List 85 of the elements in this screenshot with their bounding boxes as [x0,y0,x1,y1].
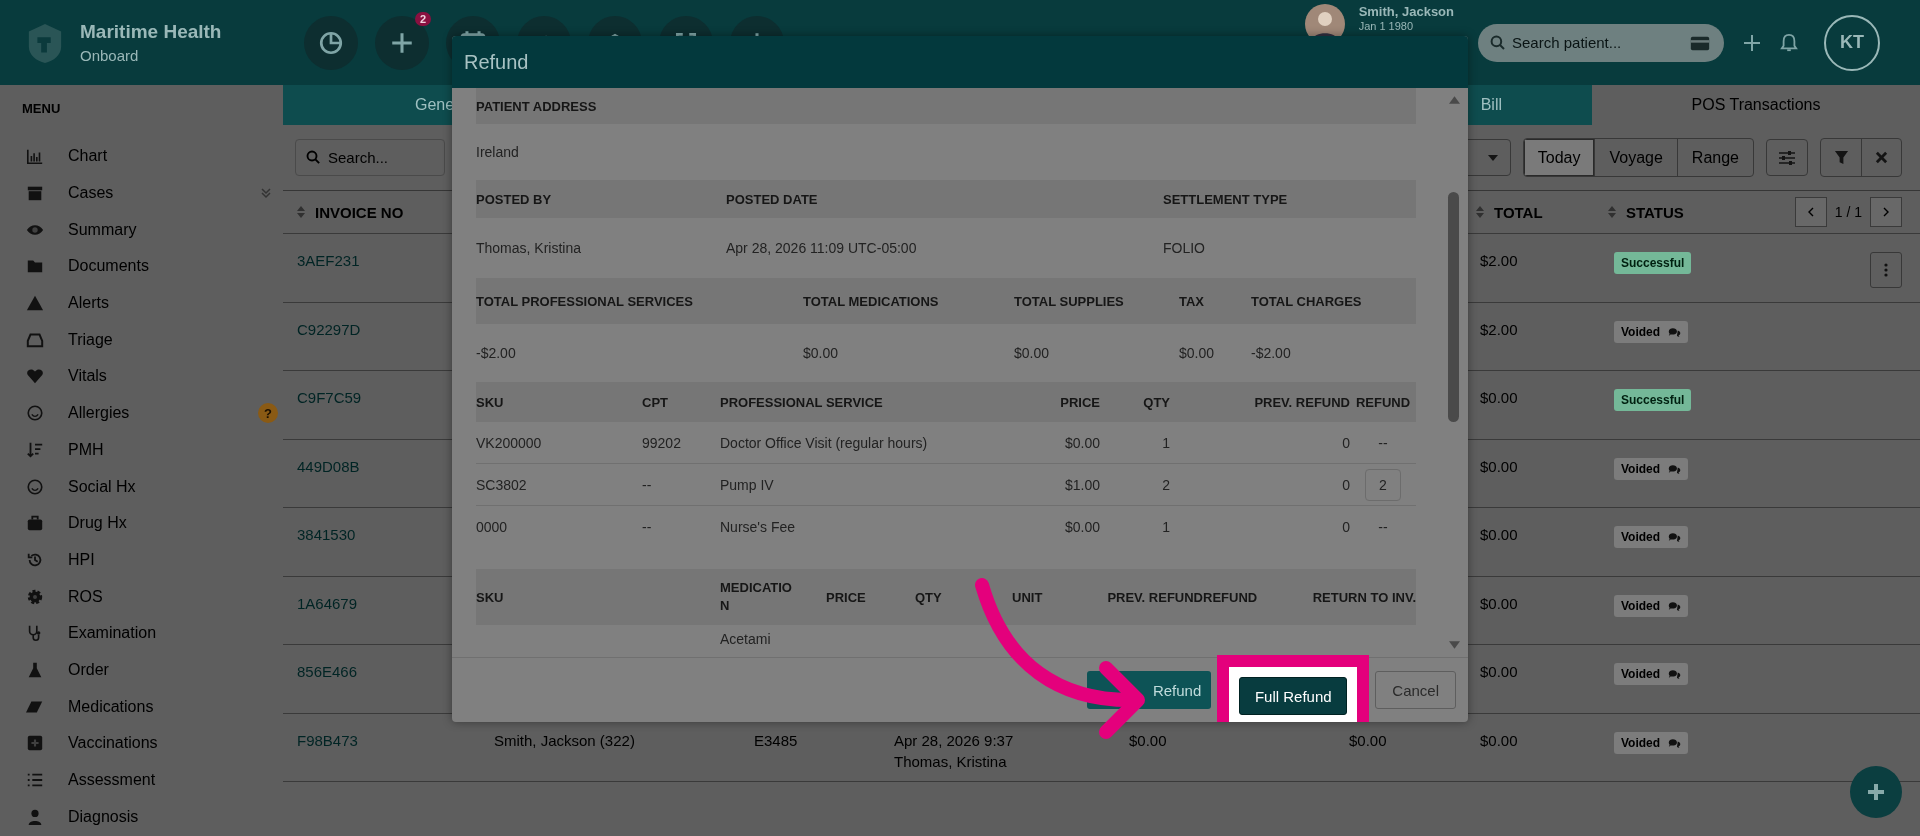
status-badge: Voided [1614,320,1689,343]
column-header: SKU [476,589,505,605]
status-badge: Voided [1614,731,1689,754]
table-cell: Apr 28, 2026 11:09 UTC-05:00 [726,240,917,256]
table-cell: -- [1378,518,1388,535]
column-header: TAX [1179,293,1206,309]
column-header: TOTAL SUPPLIES [1014,293,1125,309]
table-cell: $0.00 [1480,389,1518,406]
column-header: POSTED BY [476,191,553,207]
status-badge: Successful [1614,389,1692,411]
column-header: PRICE [1059,394,1100,410]
brand-subtitle: Onboard [80,47,140,64]
column-header: RETURN TO INV. [1311,589,1416,605]
column-header: QTY [1142,394,1171,410]
table-cell: Smith, Jackson (322) [494,731,635,749]
table-cell: $0.00 [1179,345,1215,361]
column-header: QTY [915,589,943,605]
page-indicator: 1 / 1 [1833,204,1863,220]
notification-badge: 2 [414,11,431,26]
table-cell: VK200000 [476,434,542,451]
table-cell: $0.00 [1480,731,1518,749]
patient-dob: Jan 1 1980 [1358,20,1415,32]
status-badge: Voided [1614,526,1689,548]
table-cell: $0.00 [1480,457,1518,475]
table-cell: $0.00 [1349,731,1387,749]
table-cell: 0 [1342,476,1350,493]
column-header: REFUND [1203,589,1259,605]
column-header: PREV. REFUND [1253,394,1350,410]
brand-name: Maritime Health [80,21,222,43]
table-cell: -- [1378,434,1388,451]
table-cell: $0.00 [1480,594,1518,612]
table-cell: $0.00 [1480,526,1518,543]
table-cell: $2.00 [1480,252,1518,269]
table-cell: FOLIO [1163,240,1205,256]
table-cell: 1 [1162,434,1170,451]
dialog-title: Refund [452,36,1468,88]
status-badge: Successful [1614,252,1692,274]
table-cell: $0.00 [1480,663,1518,680]
table-cell: Pump IV [720,476,774,493]
table-cell: Nurse's Fee [720,518,796,535]
column-header: MEDICATION [720,578,793,615]
table-cell: 0 [1342,518,1350,535]
table-cell: -$2.00 [476,345,516,361]
status-badge: Voided [1614,457,1689,480]
table-cell: 2 [1162,476,1170,493]
column-header: POSTED DATE [726,191,819,207]
table-cell: $0.00 [1064,518,1100,535]
patient-name: Smith, Jackson [1358,4,1454,19]
table-cell: 99202 [642,434,681,451]
table-cell: $0.00 [1064,434,1100,451]
column-header: TOTAL MEDICATIONS [803,293,940,309]
column-header: TOTAL PROFESSIONAL SERVICES [476,293,694,309]
column-header: PROFESSIONAL SERVICE [720,394,884,410]
table-cell: 1 [1162,518,1170,535]
column-header: PATIENT ADDRESS [476,98,598,114]
column-header: PRICE [826,589,867,605]
table-cell: $0.00 [1129,731,1167,749]
column-header: CPT [642,394,669,410]
table-cell-text: Thomas, Kristina [894,752,1008,770]
column-header: PREV. REFUND [1106,589,1203,605]
table-cell: 0000 [476,518,508,535]
table-cell: $2.00 [1480,320,1518,338]
status-badge: Voided [1614,594,1689,617]
table-cell: 0 [1342,434,1350,451]
table-cell: -- [642,518,652,535]
table-cell: Thomas, Kristina [476,240,582,256]
column-header: SETTLEMENT TYPE [1163,191,1289,207]
table-cell: -- [642,476,652,493]
table-cell: $0.00 [803,345,839,361]
table-cell-text: Apr 28, 2026 9:37 [894,731,1015,749]
menu-heading: MENU [22,101,62,116]
column-header: UNIT [1012,589,1044,605]
table-cell: $1.00 [1064,476,1100,493]
table-cell: Doctor Office Visit (regular hours) [720,434,928,451]
status-badge: Voided [1614,663,1689,685]
table-cell: Acetami [720,631,771,647]
table-cell: $0.00 [1014,345,1050,361]
table-cell: E3485 [754,731,798,749]
help-badge: ? [258,403,278,424]
column-header: REFUND [1354,394,1412,410]
column-header: SKU [476,394,505,410]
column-header: TOTAL CHARGES [1251,293,1363,309]
table-cell: SC3802 [476,476,527,493]
table-cell: -$2.00 [1251,345,1291,361]
table-cell: Ireland [476,144,519,160]
